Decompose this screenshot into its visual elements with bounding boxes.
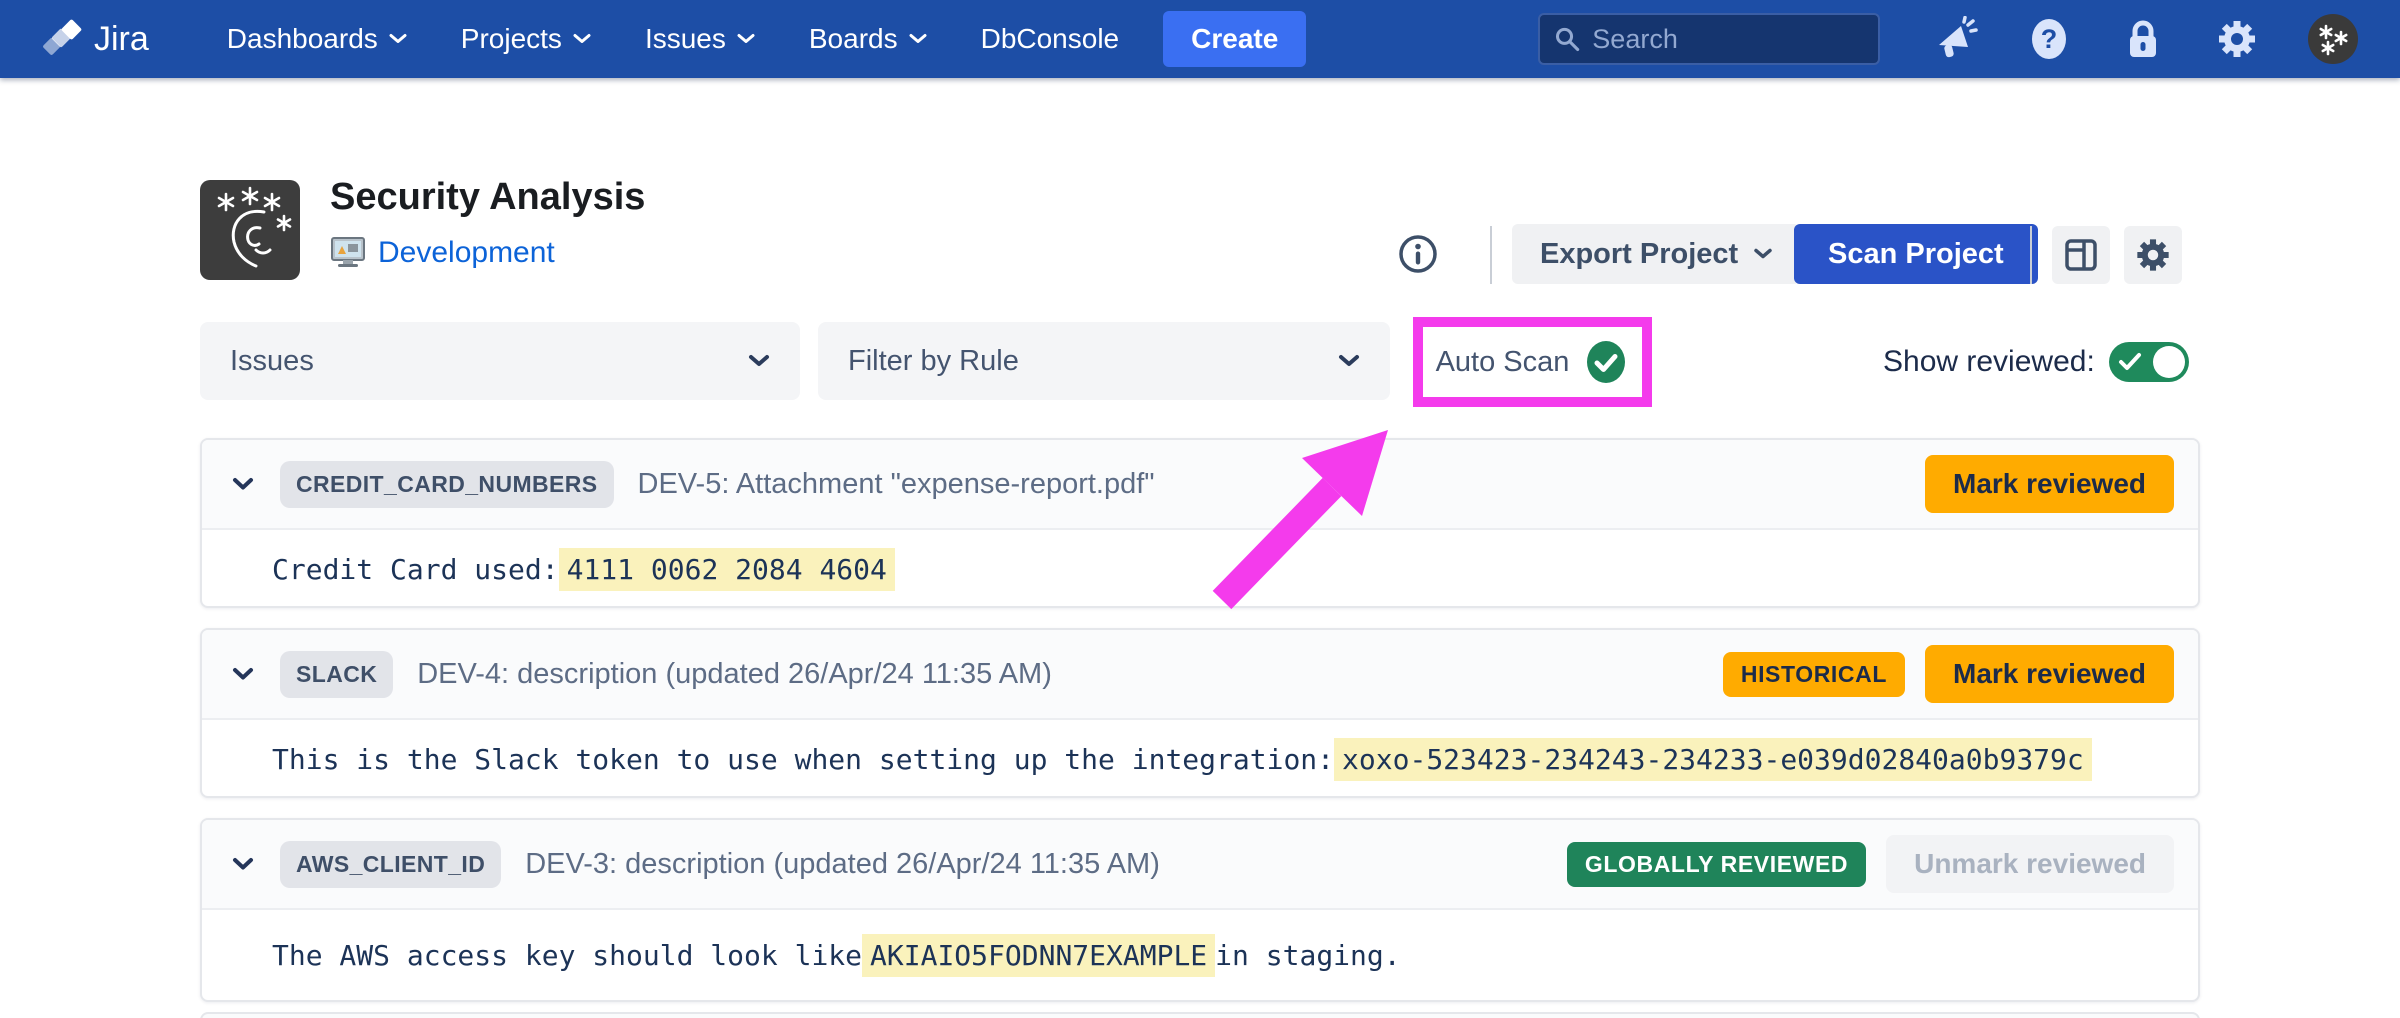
navbar-icons: ? bbox=[1932, 14, 2358, 64]
jira-logo-icon bbox=[42, 18, 84, 60]
nav-item-issues[interactable]: Issues bbox=[645, 23, 755, 55]
unmark-reviewed-button[interactable]: Unmark reviewed bbox=[1886, 835, 2174, 893]
winter-face-avatar-icon bbox=[200, 180, 300, 280]
finding-text: Credit Card used: bbox=[272, 553, 559, 586]
finding-card-dev3: AWS_CLIENT_ID DEV-3: description (update… bbox=[200, 818, 2200, 1002]
project-link-development[interactable]: Development bbox=[378, 236, 555, 270]
secret-highlight: xoxo-523423-234243-234233-e039d02840a0b9… bbox=[1334, 738, 2092, 781]
nav-item-label: Boards bbox=[809, 23, 898, 55]
chevron-down-icon bbox=[909, 33, 927, 45]
finding-title: DEV-5: Attachment "expense-report.pdf" bbox=[638, 468, 1155, 501]
issues-filter-select[interactable]: Issues bbox=[200, 322, 800, 400]
snowflake-avatar-icon bbox=[2314, 20, 2352, 58]
finding-title: DEV-3: description (updated 26/Apr/24 11… bbox=[525, 848, 1160, 881]
finding-header: AWS_CLIENT_ID DEV-3: description (update… bbox=[202, 820, 2198, 910]
gear-icon[interactable] bbox=[2214, 16, 2260, 62]
show-reviewed-toggle[interactable] bbox=[2109, 342, 2189, 382]
jira-logo-text: Jira bbox=[94, 20, 149, 59]
nav-item-label: Dashboards bbox=[227, 23, 378, 55]
check-icon bbox=[2118, 352, 2142, 372]
expander-chevron-icon[interactable] bbox=[232, 667, 256, 681]
globally-reviewed-badge: GLOBALLY REVIEWED bbox=[1567, 842, 1866, 887]
historical-badge: HISTORICAL bbox=[1723, 652, 1905, 697]
finding-card-dev4: SLACK DEV-4: description (updated 26/Apr… bbox=[200, 628, 2200, 798]
board-layout-icon bbox=[2064, 238, 2098, 272]
page-title: Security Analysis bbox=[330, 176, 645, 219]
finding-body: The AWS access key should look like AKIA… bbox=[202, 910, 2198, 1000]
secret-highlight: AKIAIO5FODNN7EXAMPLE bbox=[862, 934, 1215, 977]
auto-scan-highlight-box[interactable]: Auto Scan bbox=[1413, 317, 1652, 407]
nav-item-label: Projects bbox=[461, 23, 562, 55]
export-project-button[interactable]: Export Project bbox=[1512, 224, 1800, 284]
nav-item-boards[interactable]: Boards bbox=[809, 23, 927, 55]
show-reviewed-control: Show reviewed: bbox=[1883, 338, 2189, 386]
secret-highlight: 4111 0062 2084 4604 bbox=[559, 548, 895, 591]
rule-filter-label: Filter by Rule bbox=[848, 345, 1019, 378]
chevron-down-icon bbox=[389, 33, 407, 45]
rule-badge: AWS_CLIENT_ID bbox=[280, 841, 501, 888]
search-icon bbox=[1554, 24, 1580, 54]
toggle-knob bbox=[2153, 346, 2185, 378]
search-box[interactable] bbox=[1538, 13, 1880, 65]
info-icon[interactable] bbox=[1396, 232, 1440, 276]
rule-badge: SLACK bbox=[280, 651, 393, 698]
top-navbar: Jira Dashboards Projects Issues Boards D… bbox=[0, 0, 2400, 78]
search-input[interactable] bbox=[1592, 24, 1864, 55]
chevron-down-icon bbox=[1338, 354, 1360, 368]
settings-button[interactable] bbox=[2124, 226, 2182, 284]
nav-item-projects[interactable]: Projects bbox=[461, 23, 591, 55]
issues-filter-label: Issues bbox=[230, 345, 314, 378]
finding-card-dev5: CREDIT_CARD_NUMBERS DEV-5: Attachment "e… bbox=[200, 438, 2200, 608]
nav-item-dashboards[interactable]: Dashboards bbox=[227, 23, 407, 55]
user-avatar[interactable] bbox=[2308, 14, 2358, 64]
auto-scan-label: Auto Scan bbox=[1436, 346, 1570, 379]
nav-menu: Dashboards Projects Issues Boards DbCons… bbox=[227, 23, 1119, 55]
finding-card-partial bbox=[200, 1012, 2200, 1018]
finding-text: This is the Slack token to use when sett… bbox=[272, 743, 1334, 776]
divider bbox=[1490, 226, 1492, 284]
computer-icon bbox=[330, 236, 366, 270]
expander-chevron-icon[interactable] bbox=[232, 477, 256, 491]
project-avatar bbox=[200, 180, 300, 280]
svg-text:?: ? bbox=[2041, 24, 2058, 54]
show-reviewed-label: Show reviewed: bbox=[1883, 345, 2095, 379]
finding-title: DEV-4: description (updated 26/Apr/24 11… bbox=[417, 658, 1052, 691]
finding-text: The AWS access key should look like bbox=[272, 939, 862, 972]
chevron-down-icon bbox=[737, 33, 755, 45]
auto-scan-enabled-check-icon bbox=[1583, 339, 1629, 385]
chevron-down-icon bbox=[573, 33, 591, 45]
expander-chevron-icon[interactable] bbox=[232, 857, 256, 871]
project-breadcrumb: Development bbox=[330, 236, 555, 270]
gear-icon bbox=[2133, 235, 2173, 275]
nav-item-dbconsole[interactable]: DbConsole bbox=[981, 23, 1120, 55]
divider bbox=[2030, 226, 2032, 284]
mark-reviewed-button[interactable]: Mark reviewed bbox=[1925, 455, 2174, 513]
finding-header: CREDIT_CARD_NUMBERS DEV-5: Attachment "e… bbox=[202, 440, 2198, 530]
export-project-label: Export Project bbox=[1540, 238, 1738, 271]
create-button[interactable]: Create bbox=[1163, 11, 1306, 67]
megaphone-icon[interactable] bbox=[1932, 16, 1978, 62]
finding-body: Credit Card used: 4111 0062 2084 4604 bbox=[202, 530, 2198, 608]
help-icon[interactable]: ? bbox=[2026, 16, 2072, 62]
finding-text: in staging. bbox=[1215, 939, 1400, 972]
chevron-down-icon bbox=[748, 354, 770, 368]
nav-item-label: Issues bbox=[645, 23, 726, 55]
finding-header: SLACK DEV-4: description (updated 26/Apr… bbox=[202, 630, 2198, 720]
chevron-down-icon bbox=[1754, 248, 1772, 260]
page: Jira Dashboards Projects Issues Boards D… bbox=[0, 0, 2400, 1018]
board-layout-button[interactable] bbox=[2052, 226, 2110, 284]
lock-icon[interactable] bbox=[2120, 16, 2166, 62]
rule-filter-select[interactable]: Filter by Rule bbox=[818, 322, 1390, 400]
finding-body: This is the Slack token to use when sett… bbox=[202, 720, 2198, 798]
mark-reviewed-button[interactable]: Mark reviewed bbox=[1925, 645, 2174, 703]
rule-badge: CREDIT_CARD_NUMBERS bbox=[280, 461, 614, 508]
nav-item-label: DbConsole bbox=[981, 23, 1120, 55]
scan-project-button[interactable]: Scan Project bbox=[1794, 224, 2038, 284]
jira-logo[interactable]: Jira bbox=[42, 18, 149, 60]
